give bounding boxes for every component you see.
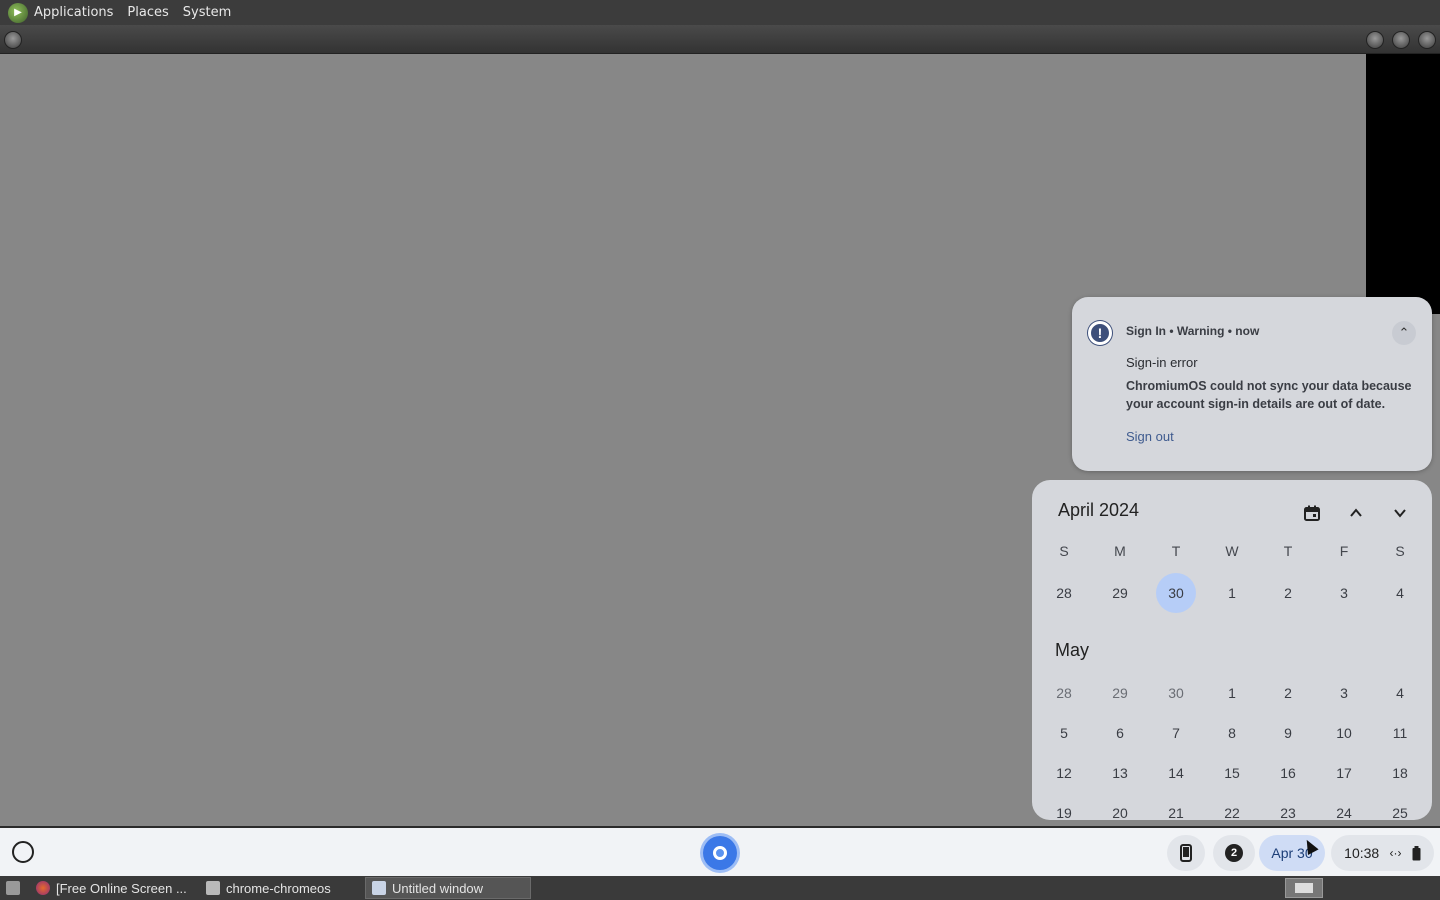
calendar-day[interactable]: 10	[1316, 713, 1372, 753]
weekday-label: T	[1171, 543, 1181, 559]
calendar-month-title: April 2024	[1058, 500, 1140, 520]
notification-title: Sign-in error	[1126, 355, 1198, 370]
notification-counter-button[interactable]: 2	[1213, 835, 1255, 871]
phone-icon	[1180, 844, 1192, 862]
calendar-day[interactable]: 29	[1092, 573, 1148, 613]
window-titlebar	[0, 25, 1440, 54]
calendar-day[interactable]: 6	[1092, 713, 1148, 753]
calendar-day[interactable]: 11	[1372, 713, 1428, 753]
calendar-day[interactable]: 25	[1372, 793, 1428, 820]
calendar-day[interactable]: 30	[1148, 673, 1204, 713]
weekday-label: M	[1114, 543, 1126, 559]
network-ethernet-icon: ‹·›	[1389, 846, 1402, 860]
battery-icon	[1412, 845, 1421, 860]
menu-system[interactable]: System	[183, 5, 239, 20]
show-desktop-button[interactable]	[0, 877, 30, 899]
calendar-day-today[interactable]: 30	[1148, 573, 1204, 613]
calendar-day[interactable]: 9	[1260, 713, 1316, 753]
weekday-label: S	[1395, 543, 1405, 559]
previous-month-chevron-up-icon[interactable]	[1345, 502, 1367, 524]
chromium-app-icon[interactable]	[703, 836, 737, 870]
menu-places[interactable]: Places	[127, 5, 176, 20]
calendar-day[interactable]: 4	[1372, 673, 1428, 713]
calendar-day[interactable]: 14	[1148, 753, 1204, 793]
collapse-chevron-up-icon[interactable]: ⌃	[1392, 321, 1416, 345]
calendar-day[interactable]: 1	[1204, 573, 1260, 613]
calendar-day[interactable]: 3	[1316, 573, 1372, 613]
calendar-day[interactable]: 17	[1316, 753, 1372, 793]
notification-body: ChromiumOS could not sync your data beca…	[1126, 379, 1412, 411]
taskbar-item[interactable]: chrome-chromeos	[200, 877, 365, 899]
clock-time: 10:38	[1344, 845, 1380, 861]
window-menu-icon[interactable]	[4, 31, 22, 49]
calendar-day[interactable]: 19	[1036, 793, 1092, 820]
black-region	[1366, 54, 1440, 314]
next-month-chevron-down-icon[interactable]	[1389, 502, 1411, 524]
calendar-icon[interactable]	[1301, 502, 1323, 524]
may-week-row: 19 20 21 22 23 24 25	[1036, 793, 1428, 820]
calendar-day[interactable]: 20	[1092, 793, 1148, 820]
april-week-row: 28 29 30 1 2 3 4	[1036, 573, 1428, 613]
calendar-day[interactable]: 15	[1204, 753, 1260, 793]
may-week-row: 28 29 30 1 2 3 4	[1036, 673, 1428, 713]
firefox-icon	[36, 881, 50, 895]
calendar-day[interactable]: 23	[1260, 793, 1316, 820]
sign-out-button[interactable]: Sign out	[1126, 429, 1174, 444]
calendar-day[interactable]: 22	[1204, 793, 1260, 820]
calendar-panel: April 2024 S M T W T F S 28 29 30 1 2 3 …	[1032, 480, 1432, 820]
maximize-icon[interactable]	[1392, 31, 1410, 49]
calendar-day[interactable]: 8	[1204, 713, 1260, 753]
taskbar-item-label: [Free Online Screen ...	[56, 880, 187, 896]
menu-applications[interactable]: Applications	[34, 5, 121, 20]
window-icon	[372, 881, 386, 895]
weekday-label: T	[1283, 543, 1293, 559]
top-panel: ▶ Applications Places System	[0, 0, 1440, 25]
may-week-row: 12 13 14 15 16 17 18	[1036, 753, 1428, 793]
calendar-day[interactable]: 1	[1204, 673, 1260, 713]
desktop-icon	[6, 881, 20, 895]
close-icon[interactable]	[1418, 31, 1436, 49]
calendar-day[interactable]: 28	[1036, 573, 1092, 613]
calendar-day[interactable]: 18	[1372, 753, 1428, 793]
calendar-day[interactable]: 21	[1148, 793, 1204, 820]
workspace-preview	[1295, 883, 1313, 893]
signin-notification[interactable]: ! Sign In • Warning • now ⌃ Sign-in erro…	[1072, 297, 1432, 471]
calendar-day[interactable]: 2	[1260, 673, 1316, 713]
minimize-icon[interactable]	[1366, 31, 1384, 49]
folder-icon	[206, 881, 220, 895]
phone-hub-button[interactable]	[1167, 835, 1205, 871]
calendar-day[interactable]: 24	[1316, 793, 1372, 820]
warning-icon: !	[1088, 321, 1112, 345]
weekday-label: S	[1059, 543, 1069, 559]
weekday-label: F	[1339, 543, 1349, 559]
calendar-day[interactable]: 4	[1372, 573, 1428, 613]
taskbar-item-label: chrome-chromeos	[226, 880, 331, 896]
calendar-day[interactable]: 3	[1316, 673, 1372, 713]
weekday-label: W	[1225, 543, 1239, 559]
applications-logo-icon[interactable]: ▶	[8, 2, 28, 23]
calendar-day[interactable]: 13	[1092, 753, 1148, 793]
status-area-button[interactable]: 10:38 ‹·›	[1331, 835, 1434, 871]
calendar-day[interactable]: 12	[1036, 753, 1092, 793]
calendar-day[interactable]: 5	[1036, 713, 1092, 753]
date-tray-button[interactable]: Apr 30	[1259, 835, 1325, 871]
calendar-day[interactable]: 2	[1260, 573, 1316, 613]
weekday-header: S M T W T F S	[1036, 543, 1428, 559]
shelf: 2 Apr 30 10:38 ‹·›	[0, 826, 1440, 876]
notification-header: Sign In • Warning • now	[1126, 324, 1260, 338]
taskbar-item[interactable]: [Free Online Screen ...	[30, 877, 200, 899]
may-week-row: 5 6 7 8 9 10 11	[1036, 713, 1428, 753]
taskbar-item-label: Untitled window	[392, 880, 484, 896]
calendar-day[interactable]: 16	[1260, 753, 1316, 793]
calendar-day[interactable]: 29	[1092, 673, 1148, 713]
calendar-day[interactable]: 7	[1148, 713, 1204, 753]
calendar-may-label: May	[1055, 640, 1090, 660]
notification-count-badge: 2	[1225, 844, 1243, 862]
calendar-day[interactable]: 28	[1036, 673, 1092, 713]
launcher-circle-icon[interactable]	[12, 841, 34, 863]
bottom-taskbar: [Free Online Screen ... chrome-chromeos …	[0, 876, 1440, 900]
taskbar-item-active[interactable]: Untitled window	[365, 877, 531, 899]
workspace-switcher[interactable]	[1285, 878, 1323, 898]
